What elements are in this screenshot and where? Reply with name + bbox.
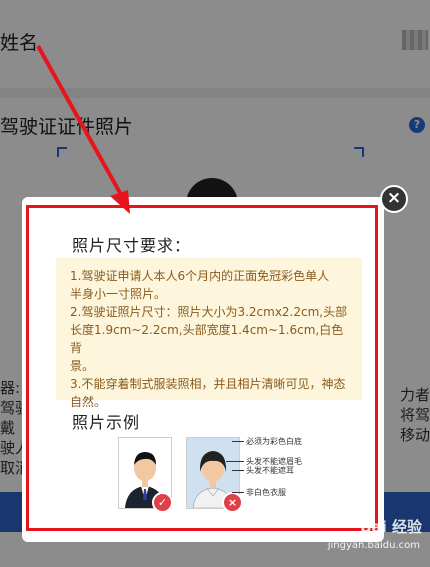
- modal-title: 照片尺寸要求：: [72, 236, 192, 255]
- requirement-line: 景。: [70, 359, 95, 373]
- annotation-line: [226, 461, 244, 462]
- watermark-url: jingyan.baidu.com: [327, 540, 420, 551]
- annotation-ears: 头发不能遮耳: [246, 466, 294, 475]
- requirement-line: 2.驾驶证照片尺寸：照片大小为3.2cmx2.2cm,头部: [70, 305, 348, 319]
- requirement-line: 3.不能穿着制式服装照相，并且相片清晰可见，神态: [70, 377, 346, 391]
- annotation-clothing: 非白色衣服: [246, 488, 286, 497]
- annotation-line: [232, 470, 244, 471]
- annotation-white-background: 必须为彩色白底: [246, 437, 302, 446]
- requirement-line: 1.驾驶证申请人本人6个月内的正面免冠彩色单人: [70, 269, 330, 283]
- example-title: 照片示例: [72, 413, 141, 432]
- requirements-notice: 1.驾驶证申请人本人6个月内的正面免冠彩色单人 半身小一寸照片。 2.驾驶证照片…: [56, 258, 362, 409]
- annotation-line: [232, 441, 244, 442]
- requirement-line: 半身小一寸照片。: [70, 287, 167, 301]
- check-icon: ✓: [152, 492, 173, 513]
- requirement-line: 长度1.9cm~2.2cm,头部宽度1.4cm~1.6cm,白色背: [70, 323, 344, 355]
- cross-icon: ×: [222, 492, 243, 513]
- close-icon[interactable]: ×: [380, 185, 408, 213]
- watermark-brand: Bai 经验: [360, 518, 422, 536]
- annotation-line: [232, 492, 244, 493]
